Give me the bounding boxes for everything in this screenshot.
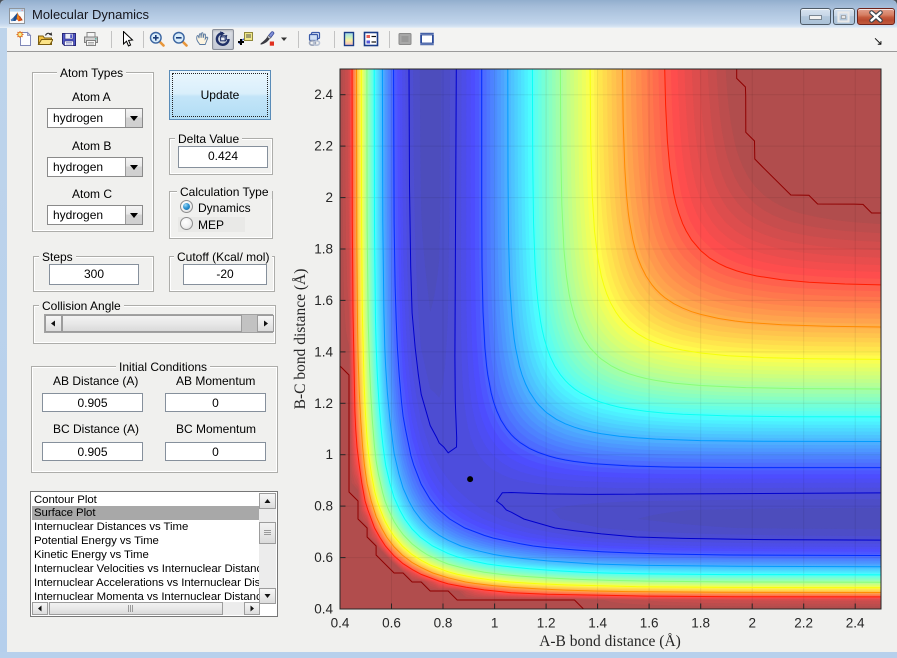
svg-text:1.2: 1.2 [537, 616, 556, 631]
svg-text:1.6: 1.6 [640, 616, 659, 631]
svg-text:1: 1 [491, 616, 499, 631]
svg-text:1.4: 1.4 [588, 616, 607, 631]
svg-text:1.4: 1.4 [314, 344, 333, 359]
svg-text:0.6: 0.6 [382, 616, 401, 631]
svg-text:0.8: 0.8 [314, 499, 333, 514]
svg-text:1.6: 1.6 [314, 293, 333, 308]
svg-text:0.8: 0.8 [434, 616, 453, 631]
svg-text:2.4: 2.4 [846, 616, 865, 631]
svg-text:B-C bond distance (Å): B-C bond distance (Å) [292, 269, 309, 410]
svg-text:0.4: 0.4 [331, 616, 350, 631]
svg-text:0.4: 0.4 [314, 602, 333, 617]
svg-text:1.8: 1.8 [691, 616, 710, 631]
svg-text:2.4: 2.4 [314, 87, 333, 102]
svg-text:2.2: 2.2 [794, 616, 813, 631]
svg-text:0.6: 0.6 [314, 550, 333, 565]
svg-text:1.8: 1.8 [314, 242, 333, 257]
svg-text:1.2: 1.2 [314, 396, 333, 411]
svg-text:2.2: 2.2 [314, 139, 333, 154]
svg-text:1: 1 [325, 447, 333, 462]
svg-text:2: 2 [325, 190, 333, 205]
svg-text:A-B bond distance (Å): A-B bond distance (Å) [539, 633, 681, 650]
svg-text:2: 2 [748, 616, 756, 631]
